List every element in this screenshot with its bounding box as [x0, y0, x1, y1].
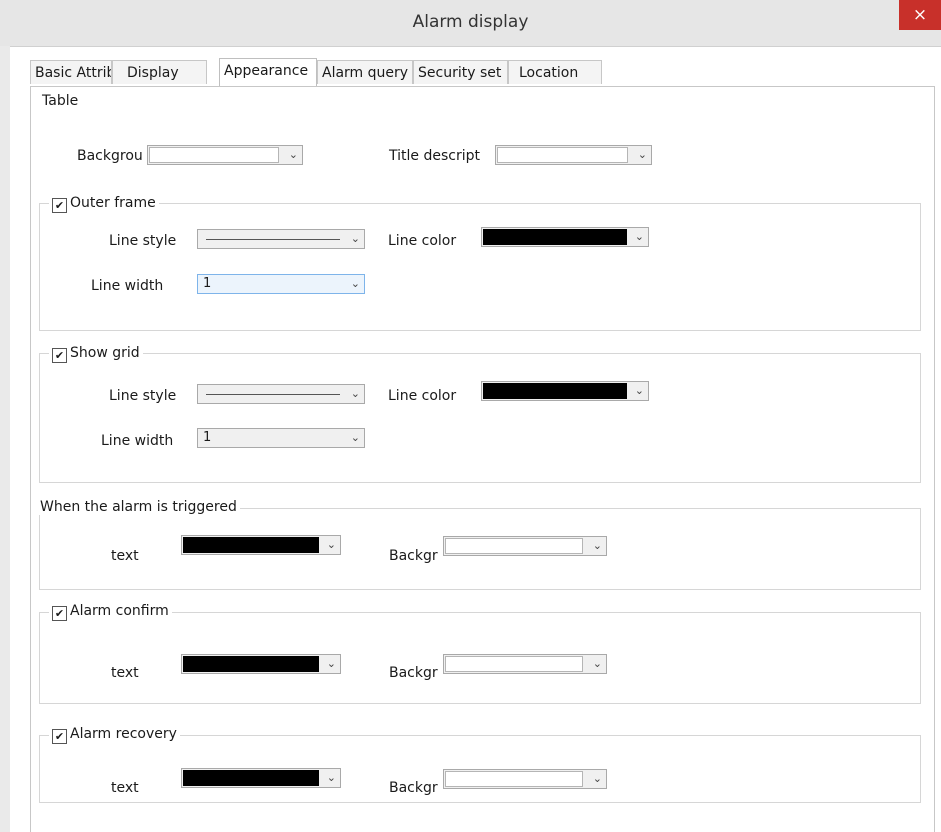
outer-line-color-combo[interactable]: ⌄ — [481, 227, 649, 247]
alarm-confirm-checkbox[interactable]: ✔ Alarm confirm — [49, 603, 172, 621]
color-swatch — [183, 656, 319, 672]
outer-line-width-combo[interactable]: 1 ⌄ — [197, 274, 365, 294]
line-style-preview — [206, 239, 340, 240]
grid-line-style-combo[interactable]: ⌄ — [197, 384, 365, 404]
close-button[interactable]: × — [899, 0, 941, 30]
chevron-down-icon: ⌄ — [634, 230, 644, 243]
outer-frame-checkbox[interactable]: ✔ Outer frame — [49, 195, 159, 213]
window-left-edge — [0, 46, 10, 832]
check-icon: ✔ — [52, 348, 67, 363]
title-bar: Alarm display × — [0, 0, 941, 47]
recovery-text-color-combo[interactable]: ⌄ — [181, 768, 341, 788]
chevron-down-icon: ⌄ — [326, 538, 336, 551]
chevron-down-icon: ⌄ — [634, 384, 644, 397]
chevron-down-icon: ⌄ — [326, 771, 336, 784]
grid-line-width-combo[interactable]: 1 ⌄ — [197, 428, 365, 448]
line-style-preview — [206, 394, 340, 395]
tab-security-set[interactable]: Security set — [413, 60, 508, 84]
tab-appearance[interactable]: Appearance — [219, 58, 317, 86]
alarm-recovery-label: Alarm recovery — [70, 726, 177, 742]
triggered-text-label: text — [111, 548, 139, 564]
chevron-down-icon: ⌄ — [637, 148, 647, 161]
check-icon: ✔ — [52, 606, 67, 621]
chevron-down-icon: ⌄ — [350, 277, 360, 290]
recovery-background-label: Backgr — [389, 780, 438, 796]
color-swatch — [483, 383, 627, 399]
triggered-text-color-combo[interactable]: ⌄ — [181, 535, 341, 555]
outer-line-style-combo[interactable]: ⌄ — [197, 229, 365, 249]
recovery-background-combo[interactable]: ⌄ — [443, 769, 607, 789]
chevron-down-icon: ⌄ — [350, 232, 360, 245]
triggered-background-combo[interactable]: ⌄ — [443, 536, 607, 556]
chevron-down-icon: ⌄ — [592, 772, 602, 785]
line-width-value: 1 — [203, 276, 212, 291]
title-swatch — [497, 147, 628, 163]
tab-alarm-query[interactable]: Alarm query — [317, 60, 413, 84]
grid-line-color-label: Line color — [388, 388, 457, 404]
confirm-text-label: text — [111, 665, 139, 681]
chevron-down-icon: ⌄ — [350, 387, 360, 400]
tab-display[interactable]: Display — [112, 60, 207, 84]
chevron-down-icon: ⌄ — [592, 657, 602, 670]
chevron-down-icon: ⌄ — [288, 148, 298, 161]
chevron-down-icon: ⌄ — [350, 431, 360, 444]
check-icon: ✔ — [52, 729, 67, 744]
confirm-text-color-combo[interactable]: ⌄ — [181, 654, 341, 674]
triggered-background-label: Backgr — [389, 548, 438, 564]
outer-line-style-label: Line style — [109, 233, 177, 249]
tab-basic-attribute[interactable]: Basic Attribu — [30, 60, 112, 84]
background-swatch — [445, 538, 583, 554]
outer-frame-label: Outer frame — [70, 195, 156, 211]
chevron-down-icon: ⌄ — [326, 657, 336, 670]
background-swatch — [445, 771, 583, 787]
alarm-confirm-label: Alarm confirm — [70, 603, 169, 619]
grid-line-width-label: Line width — [101, 433, 174, 449]
tab-location[interactable]: Location — [508, 60, 602, 84]
outer-line-color-label: Line color — [388, 233, 457, 249]
confirm-background-label: Backgr — [389, 665, 438, 681]
background-swatch — [149, 147, 279, 163]
background-swatch — [445, 656, 583, 672]
line-width-value: 1 — [203, 430, 212, 445]
outer-frame-group — [39, 203, 921, 331]
title-description-label: Title descript — [389, 148, 480, 164]
outer-line-width-label: Line width — [91, 278, 164, 294]
appearance-panel: Table Backgrou ⌄ Title descript ⌄ ✔ Outer… — [30, 86, 935, 832]
confirm-background-combo[interactable]: ⌄ — [443, 654, 607, 674]
show-grid-group — [39, 353, 921, 483]
table-section-label: Table — [42, 93, 79, 109]
show-grid-label: Show grid — [70, 345, 140, 361]
recovery-text-label: text — [111, 780, 139, 796]
alarm-recovery-checkbox[interactable]: ✔ Alarm recovery — [49, 726, 180, 744]
color-swatch — [483, 229, 627, 245]
grid-line-color-combo[interactable]: ⌄ — [481, 381, 649, 401]
chevron-down-icon: ⌄ — [592, 539, 602, 552]
color-swatch — [183, 537, 319, 553]
title-description-combo[interactable]: ⌄ — [495, 145, 652, 165]
show-grid-checkbox[interactable]: ✔ Show grid — [49, 345, 143, 363]
check-icon: ✔ — [52, 198, 67, 213]
grid-line-style-label: Line style — [109, 388, 177, 404]
alarm-triggered-label: When the alarm is triggered — [37, 499, 240, 515]
table-background-combo[interactable]: ⌄ — [147, 145, 303, 165]
window-title: Alarm display — [412, 12, 529, 32]
color-swatch — [183, 770, 319, 786]
table-background-label: Backgrou — [77, 148, 143, 164]
